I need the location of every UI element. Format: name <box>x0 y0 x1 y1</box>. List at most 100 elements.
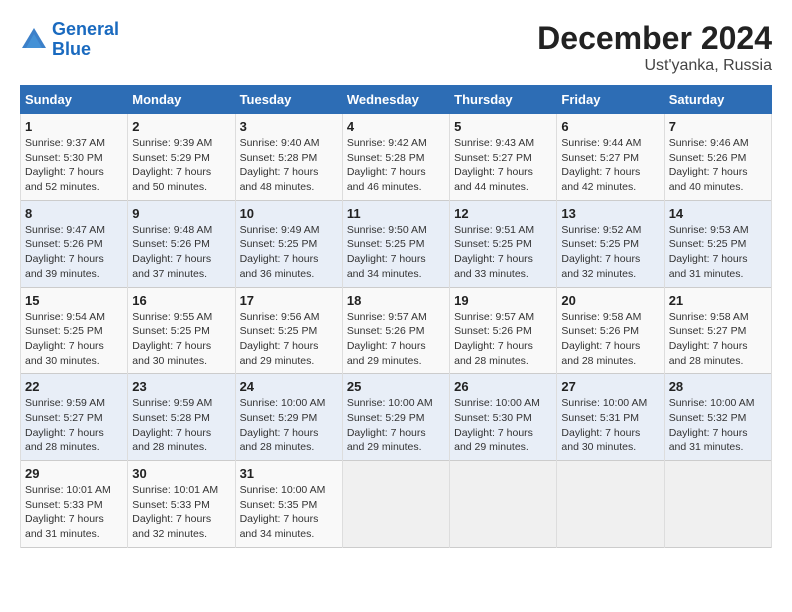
calendar-cell: 7 Sunrise: 9:46 AM Sunset: 5:26 PM Daylig… <box>664 114 771 201</box>
day-number: 21 <box>669 293 767 308</box>
day-info: Sunrise: 9:55 AM Sunset: 5:25 PM Dayligh… <box>132 310 230 369</box>
calendar-cell: 21 Sunrise: 9:58 AM Sunset: 5:27 PM Dayli… <box>664 287 771 374</box>
calendar-cell: 23 Sunrise: 9:59 AM Sunset: 5:28 PM Dayli… <box>128 374 235 461</box>
calendar-cell <box>342 461 449 548</box>
day-info: Sunrise: 9:57 AM Sunset: 5:26 PM Dayligh… <box>347 310 445 369</box>
weekday-header-sunday: Sunday <box>21 86 128 114</box>
day-number: 14 <box>669 206 767 221</box>
day-info: Sunrise: 10:01 AM Sunset: 5:33 PM Daylig… <box>25 483 123 542</box>
day-info: Sunrise: 9:52 AM Sunset: 5:25 PM Dayligh… <box>561 223 659 282</box>
calendar-cell: 30 Sunrise: 10:01 AM Sunset: 5:33 PM Dayl… <box>128 461 235 548</box>
calendar-cell: 29 Sunrise: 10:01 AM Sunset: 5:33 PM Dayl… <box>21 461 128 548</box>
weekday-header-row: SundayMondayTuesdayWednesdayThursdayFrid… <box>21 86 772 114</box>
day-number: 24 <box>240 379 338 394</box>
weekday-header-thursday: Thursday <box>450 86 557 114</box>
day-info: Sunrise: 9:42 AM Sunset: 5:28 PM Dayligh… <box>347 136 445 195</box>
day-info: Sunrise: 9:54 AM Sunset: 5:25 PM Dayligh… <box>25 310 123 369</box>
day-number: 3 <box>240 119 338 134</box>
day-info: Sunrise: 9:56 AM Sunset: 5:25 PM Dayligh… <box>240 310 338 369</box>
day-info: Sunrise: 10:00 AM Sunset: 5:32 PM Daylig… <box>669 396 767 455</box>
day-number: 7 <box>669 119 767 134</box>
calendar-cell: 31 Sunrise: 10:00 AM Sunset: 5:35 PM Dayl… <box>235 461 342 548</box>
day-info: Sunrise: 9:51 AM Sunset: 5:25 PM Dayligh… <box>454 223 552 282</box>
calendar-cell: 1Sunrise: 9:37 AM Sunset: 5:30 PM Daylig… <box>21 114 128 201</box>
day-info: Sunrise: 9:48 AM Sunset: 5:26 PM Dayligh… <box>132 223 230 282</box>
calendar-week-row: 15 Sunrise: 9:54 AM Sunset: 5:25 PM Dayli… <box>21 287 772 374</box>
calendar-cell: 18Sunrise: 9:57 AM Sunset: 5:26 PM Dayli… <box>342 287 449 374</box>
day-info: Sunrise: 9:49 AM Sunset: 5:25 PM Dayligh… <box>240 223 338 282</box>
day-info: Sunrise: 9:58 AM Sunset: 5:26 PM Dayligh… <box>561 310 659 369</box>
calendar-week-row: 29 Sunrise: 10:01 AM Sunset: 5:33 PM Dayl… <box>21 461 772 548</box>
calendar-cell: 15 Sunrise: 9:54 AM Sunset: 5:25 PM Dayli… <box>21 287 128 374</box>
day-info: Sunrise: 9:43 AM Sunset: 5:27 PM Dayligh… <box>454 136 552 195</box>
calendar-cell: 25 Sunrise: 10:00 AM Sunset: 5:29 PM Dayl… <box>342 374 449 461</box>
day-info: Sunrise: 9:58 AM Sunset: 5:27 PM Dayligh… <box>669 310 767 369</box>
day-info: Sunrise: 9:40 AM Sunset: 5:28 PM Dayligh… <box>240 136 338 195</box>
day-number: 29 <box>25 466 123 481</box>
calendar-cell: 2Sunrise: 9:39 AM Sunset: 5:29 PM Daylig… <box>128 114 235 201</box>
day-number: 26 <box>454 379 552 394</box>
calendar-cell: 12Sunrise: 9:51 AM Sunset: 5:25 PM Dayli… <box>450 200 557 287</box>
calendar-table: SundayMondayTuesdayWednesdayThursdayFrid… <box>20 85 772 548</box>
day-info: Sunrise: 9:46 AM Sunset: 5:26 PM Dayligh… <box>669 136 767 195</box>
header: General Blue December 2024 Ust'yanka, Ru… <box>20 20 772 75</box>
calendar-cell: 14Sunrise: 9:53 AM Sunset: 5:25 PM Dayli… <box>664 200 771 287</box>
title-area: December 2024 Ust'yanka, Russia <box>537 20 772 75</box>
day-info: Sunrise: 10:00 AM Sunset: 5:35 PM Daylig… <box>240 483 338 542</box>
day-number: 9 <box>132 206 230 221</box>
weekday-header-friday: Friday <box>557 86 664 114</box>
day-number: 30 <box>132 466 230 481</box>
month-title: December 2024 <box>537 20 772 57</box>
calendar-cell: 26 Sunrise: 10:00 AM Sunset: 5:30 PM Dayl… <box>450 374 557 461</box>
day-info: Sunrise: 9:57 AM Sunset: 5:26 PM Dayligh… <box>454 310 552 369</box>
day-info: Sunrise: 10:00 AM Sunset: 5:29 PM Daylig… <box>347 396 445 455</box>
calendar-week-row: 1Sunrise: 9:37 AM Sunset: 5:30 PM Daylig… <box>21 114 772 201</box>
logo-line1: General <box>52 19 119 39</box>
day-number: 28 <box>669 379 767 394</box>
logo-line2: Blue <box>52 39 91 59</box>
day-number: 4 <box>347 119 445 134</box>
day-number: 8 <box>25 206 123 221</box>
day-number: 13 <box>561 206 659 221</box>
day-number: 11 <box>347 206 445 221</box>
day-number: 23 <box>132 379 230 394</box>
calendar-cell: 5 Sunrise: 9:43 AM Sunset: 5:27 PM Daylig… <box>450 114 557 201</box>
day-number: 16 <box>132 293 230 308</box>
calendar-cell <box>664 461 771 548</box>
day-info: Sunrise: 10:01 AM Sunset: 5:33 PM Daylig… <box>132 483 230 542</box>
day-number: 25 <box>347 379 445 394</box>
day-number: 17 <box>240 293 338 308</box>
logo-text: General Blue <box>52 20 119 60</box>
logo: General Blue <box>20 20 119 60</box>
calendar-week-row: 8Sunrise: 9:47 AM Sunset: 5:26 PM Daylig… <box>21 200 772 287</box>
calendar-cell: 28 Sunrise: 10:00 AM Sunset: 5:32 PM Dayl… <box>664 374 771 461</box>
day-info: Sunrise: 10:00 AM Sunset: 5:29 PM Daylig… <box>240 396 338 455</box>
logo-icon <box>20 26 48 54</box>
calendar-week-row: 22 Sunrise: 9:59 AM Sunset: 5:27 PM Dayli… <box>21 374 772 461</box>
day-number: 15 <box>25 293 123 308</box>
day-info: Sunrise: 9:44 AM Sunset: 5:27 PM Dayligh… <box>561 136 659 195</box>
calendar-cell: 11Sunrise: 9:50 AM Sunset: 5:25 PM Dayli… <box>342 200 449 287</box>
day-number: 22 <box>25 379 123 394</box>
day-info: Sunrise: 9:37 AM Sunset: 5:30 PM Dayligh… <box>25 136 123 195</box>
calendar-cell: 19 Sunrise: 9:57 AM Sunset: 5:26 PM Dayli… <box>450 287 557 374</box>
day-info: Sunrise: 9:59 AM Sunset: 5:28 PM Dayligh… <box>132 396 230 455</box>
day-number: 20 <box>561 293 659 308</box>
calendar-cell: 10Sunrise: 9:49 AM Sunset: 5:25 PM Dayli… <box>235 200 342 287</box>
day-info: Sunrise: 9:59 AM Sunset: 5:27 PM Dayligh… <box>25 396 123 455</box>
day-number: 31 <box>240 466 338 481</box>
weekday-header-saturday: Saturday <box>664 86 771 114</box>
calendar-cell: 17 Sunrise: 9:56 AM Sunset: 5:25 PM Dayli… <box>235 287 342 374</box>
day-number: 6 <box>561 119 659 134</box>
day-number: 5 <box>454 119 552 134</box>
day-info: Sunrise: 10:00 AM Sunset: 5:30 PM Daylig… <box>454 396 552 455</box>
calendar-cell: 4 Sunrise: 9:42 AM Sunset: 5:28 PM Daylig… <box>342 114 449 201</box>
calendar-cell: 20 Sunrise: 9:58 AM Sunset: 5:26 PM Dayli… <box>557 287 664 374</box>
day-info: Sunrise: 10:00 AM Sunset: 5:31 PM Daylig… <box>561 396 659 455</box>
weekday-header-tuesday: Tuesday <box>235 86 342 114</box>
calendar-cell: 27Sunrise: 10:00 AM Sunset: 5:31 PM Dayl… <box>557 374 664 461</box>
calendar-cell: 6 Sunrise: 9:44 AM Sunset: 5:27 PM Daylig… <box>557 114 664 201</box>
calendar-cell: 8Sunrise: 9:47 AM Sunset: 5:26 PM Daylig… <box>21 200 128 287</box>
day-number: 19 <box>454 293 552 308</box>
calendar-cell: 16 Sunrise: 9:55 AM Sunset: 5:25 PM Dayli… <box>128 287 235 374</box>
